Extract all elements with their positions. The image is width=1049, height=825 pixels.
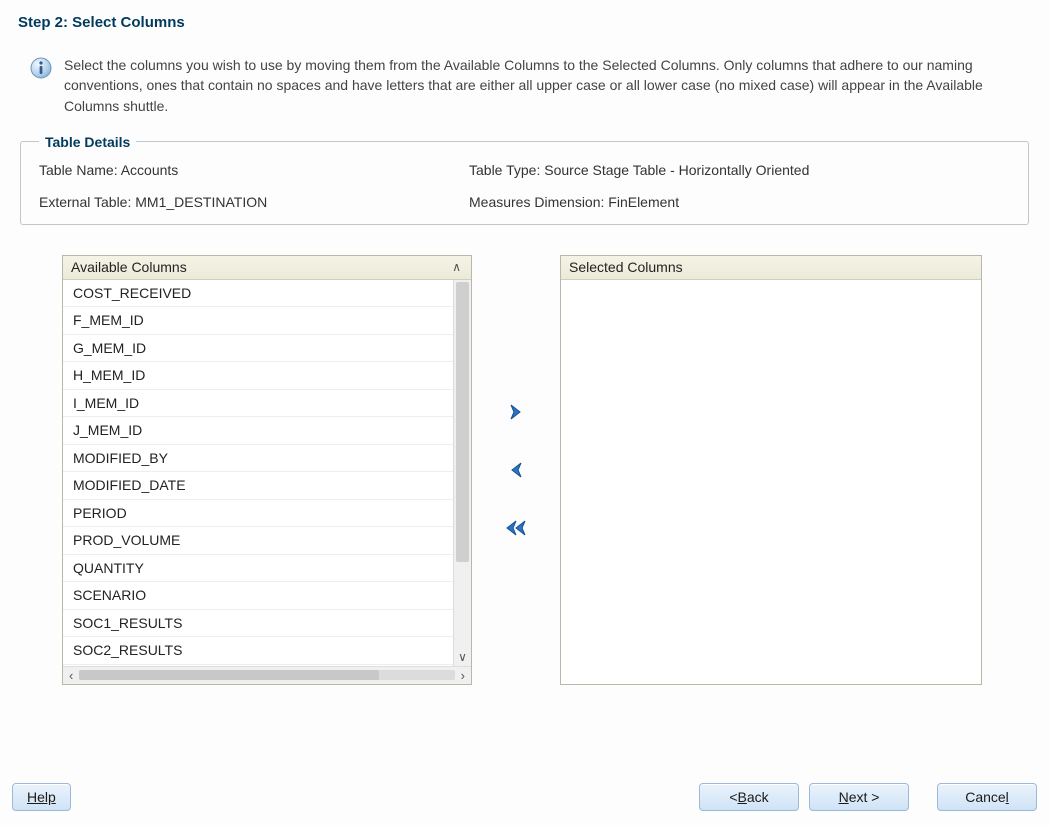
- scroll-left-icon[interactable]: ‹: [69, 668, 73, 683]
- next-button[interactable]: Next >: [809, 783, 909, 811]
- selected-columns-header: Selected Columns: [561, 256, 981, 280]
- list-item[interactable]: G_MEM_ID: [63, 335, 453, 363]
- vertical-scrollbar[interactable]: ∨: [453, 280, 471, 666]
- list-item[interactable]: I_MEM_ID: [63, 390, 453, 418]
- wizard-step-page: Step 2: Select Columns Select the column…: [0, 0, 1049, 825]
- scroll-up-icon[interactable]: ∧: [448, 260, 465, 274]
- back-button-prefix: <: [729, 789, 737, 805]
- list-item[interactable]: PROD_VOLUME: [63, 527, 453, 555]
- available-columns-header-label: Available Columns: [71, 259, 187, 275]
- list-item[interactable]: COST_RECEIVED: [63, 280, 453, 308]
- table-details-fieldset: Table Details Table Name: Accounts Table…: [20, 134, 1029, 225]
- selected-columns-header-label: Selected Columns: [569, 259, 683, 275]
- next-button-rest: ext >: [849, 789, 880, 805]
- table-name-value: Accounts: [121, 162, 179, 178]
- instructions-text: Select the columns you wish to use by mo…: [64, 55, 1024, 116]
- external-table-label: External Table:: [39, 194, 131, 210]
- instructions-row: Select the columns you wish to use by mo…: [30, 55, 1027, 116]
- list-item[interactable]: F_MEM_ID: [63, 307, 453, 335]
- horizontal-scrollbar-thumb[interactable]: [79, 670, 379, 680]
- list-item[interactable]: SCENARIO: [63, 582, 453, 610]
- list-item[interactable]: MODIFIED_BY: [63, 445, 453, 473]
- step-title: Step 2: Select Columns: [18, 14, 1037, 31]
- external-table-cell: External Table: MM1_DESTINATION: [39, 194, 459, 210]
- measures-dimension-label: Measures Dimension:: [469, 194, 604, 210]
- available-columns-body: COST_RECEIVEDF_MEM_IDG_MEM_IDH_MEM_IDI_M…: [63, 280, 471, 666]
- table-type-cell: Table Type: Source Stage Table - Horizon…: [469, 162, 1010, 178]
- next-button-mnemonic: N: [839, 789, 849, 805]
- cancel-button[interactable]: Cancel: [937, 783, 1037, 811]
- horizontal-scrollbar-track[interactable]: [79, 670, 454, 680]
- table-name-label: Table Name:: [39, 162, 118, 178]
- list-item[interactable]: J_MEM_ID: [63, 417, 453, 445]
- measures-dimension-cell: Measures Dimension: FinElement: [469, 194, 1010, 210]
- back-button-mnemonic: B: [738, 789, 747, 805]
- move-left-button[interactable]: [504, 458, 528, 482]
- scroll-down-icon[interactable]: ∨: [454, 650, 471, 664]
- vertical-scrollbar-thumb[interactable]: [456, 282, 469, 562]
- horizontal-scrollbar[interactable]: ‹ ›: [63, 666, 471, 684]
- move-right-button[interactable]: [504, 400, 528, 424]
- list-item[interactable]: SOC1_RESULTS: [63, 610, 453, 638]
- table-details-grid: Table Name: Accounts Table Type: Source …: [39, 162, 1010, 210]
- selected-columns-body: [561, 280, 981, 684]
- help-button[interactable]: Help: [12, 783, 71, 811]
- back-button[interactable]: < Back: [699, 783, 799, 811]
- cancel-button-pre: Cance: [965, 789, 1005, 805]
- measures-dimension-value: FinElement: [608, 194, 679, 210]
- info-icon: [30, 57, 52, 79]
- help-button-label: Help: [27, 789, 56, 805]
- list-item[interactable]: QUANTITY: [63, 555, 453, 583]
- shuttle-controls: [494, 255, 538, 685]
- available-columns-header: Available Columns ∧: [63, 256, 471, 280]
- selected-columns-box: Selected Columns: [560, 255, 982, 685]
- available-columns-list[interactable]: COST_RECEIVEDF_MEM_IDG_MEM_IDH_MEM_IDI_M…: [63, 280, 453, 666]
- table-details-legend: Table Details: [39, 134, 136, 150]
- table-type-label: Table Type:: [469, 162, 540, 178]
- shuttle-area: Available Columns ∧ COST_RECEIVEDF_MEM_I…: [62, 255, 1007, 685]
- move-all-left-button[interactable]: [504, 516, 528, 540]
- available-columns-box: Available Columns ∧ COST_RECEIVEDF_MEM_I…: [62, 255, 472, 685]
- selected-columns-list[interactable]: [561, 280, 981, 684]
- scroll-right-icon[interactable]: ›: [461, 668, 465, 683]
- list-item[interactable]: SOC2_RESULTS: [63, 637, 453, 665]
- footer-buttons: Help < Back Next > Cancel: [12, 783, 1037, 811]
- external-table-value: MM1_DESTINATION: [135, 194, 267, 210]
- list-item[interactable]: MODIFIED_DATE: [63, 472, 453, 500]
- table-type-value: Source Stage Table - Horizontally Orient…: [544, 162, 809, 178]
- list-item[interactable]: H_MEM_ID: [63, 362, 453, 390]
- cancel-button-mnemonic: l: [1006, 789, 1009, 805]
- back-button-rest: ack: [747, 789, 769, 805]
- table-name-cell: Table Name: Accounts: [39, 162, 459, 178]
- list-item[interactable]: PERIOD: [63, 500, 453, 528]
